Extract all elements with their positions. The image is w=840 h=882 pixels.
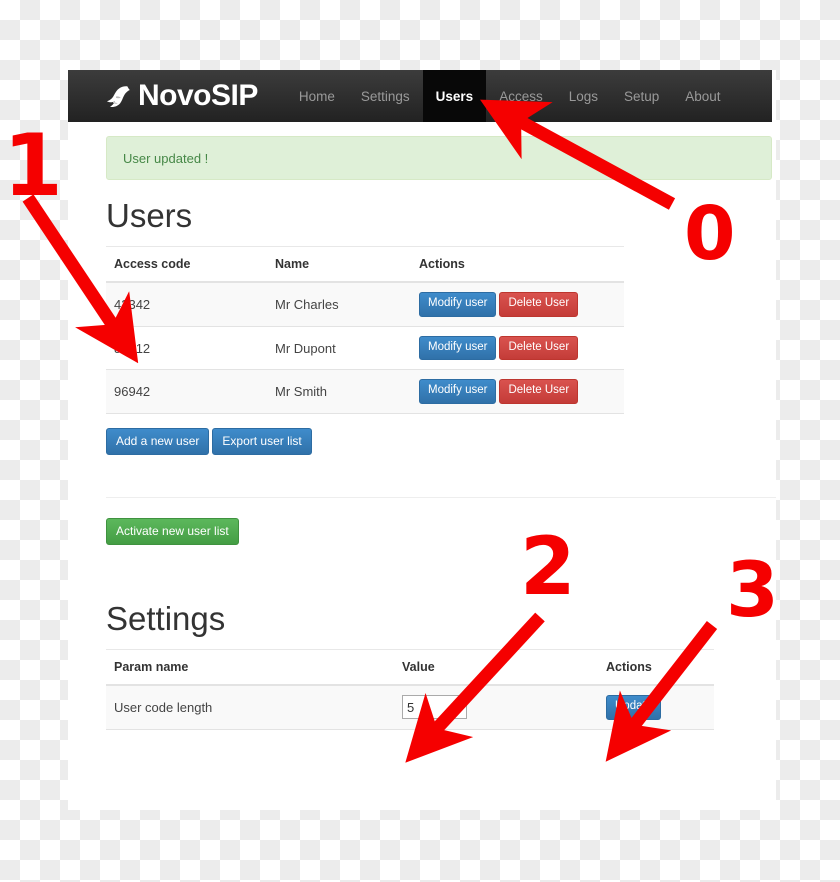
users-table: Access code Name Actions 42342 Mr Charle… (106, 246, 624, 414)
delete-user-button[interactable]: Delete User (499, 379, 579, 404)
user-row-actions: Modify user Delete User (411, 282, 624, 327)
nav-item-settings[interactable]: Settings (348, 70, 423, 122)
alert-message: User updated ! (123, 150, 209, 166)
users-col-actions: Actions (411, 246, 624, 284)
settings-table: Param name Value Actions User code lengt… (106, 649, 714, 730)
setting-param-name: User code length (106, 685, 394, 730)
nav-item-setup[interactable]: Setup (611, 70, 672, 122)
user-name: Mr Smith (267, 369, 411, 414)
export-user-list-button[interactable]: Export user list (212, 427, 312, 455)
modify-user-button[interactable]: Modify user (419, 335, 497, 361)
nav-links: Home Settings Users Access Logs Setup Ab… (286, 70, 734, 122)
settings-col-value: Value (394, 649, 598, 687)
navbar: NovoSIP Home Settings Users Access Logs … (68, 70, 772, 122)
delete-user-button[interactable]: Delete User (499, 292, 579, 317)
brand-logo[interactable]: NovoSIP (104, 70, 258, 122)
table-row: 42342 Mr Charles Modify user Delete User (106, 282, 624, 327)
browser-page-card: NovoSIP Home Settings Users Access Logs … (68, 70, 776, 810)
nav-item-about[interactable]: About (672, 70, 733, 122)
nav-item-access[interactable]: Access (486, 70, 556, 122)
settings-section-title: Settings (106, 599, 226, 637)
users-action-buttons: Add a new user Export user list (106, 427, 776, 455)
settings-update-button[interactable]: Update (606, 695, 662, 720)
nav-item-logs[interactable]: Logs (556, 70, 611, 122)
table-row: User code length Update (106, 685, 714, 730)
setting-value-cell (394, 685, 598, 730)
users-col-access-code: Access code (106, 246, 267, 284)
setting-actions-cell: Update (598, 685, 714, 730)
section-divider (106, 496, 776, 498)
user-access-code: 42342 (106, 282, 267, 327)
annotation-marker-0: 0 (684, 191, 736, 277)
nav-item-home[interactable]: Home (286, 70, 348, 122)
users-col-name: Name (267, 246, 411, 284)
settings-col-param-name: Param name (106, 649, 394, 687)
settings-col-actions: Actions (598, 649, 714, 687)
table-row: 81212 Mr Dupont Modify user Delete User (106, 326, 624, 371)
modify-user-button[interactable]: Modify user (419, 292, 497, 317)
brand-name: NovoSIP (138, 79, 258, 112)
table-row: 96942 Mr Smith Modify user Delete User (106, 369, 624, 414)
user-name: Mr Charles (267, 282, 411, 327)
user-row-actions: Modify user Delete User (411, 326, 624, 371)
delete-user-button[interactable]: Delete User (499, 335, 579, 361)
user-name: Mr Dupont (267, 326, 411, 371)
user-row-actions: Modify user Delete User (411, 369, 624, 414)
main-content: Users Access code Name Actions 42342 Mr … (106, 197, 776, 730)
success-alert: User updated ! (106, 136, 772, 180)
settings-table-header-row: Param name Value Actions (106, 649, 714, 687)
settings-value-input[interactable] (402, 695, 467, 720)
bird-logo-icon (107, 86, 130, 107)
users-table-header-row: Access code Name Actions (106, 246, 624, 284)
modify-user-button[interactable]: Modify user (419, 379, 497, 404)
annotation-marker-1: 1 (3, 116, 63, 216)
activate-new-user-list-button[interactable]: Activate new user list (106, 517, 239, 545)
annotation-marker-3: 3 (726, 545, 779, 634)
nav-item-users[interactable]: Users (422, 70, 487, 122)
users-section-title: Users (106, 197, 193, 234)
user-access-code: 96942 (106, 369, 267, 414)
annotation-marker-2: 2 (520, 520, 576, 613)
activate-list-wrapper: Activate new user list (106, 517, 776, 545)
user-access-code: 81212 (106, 326, 267, 371)
add-new-user-button[interactable]: Add a new user (106, 427, 210, 455)
